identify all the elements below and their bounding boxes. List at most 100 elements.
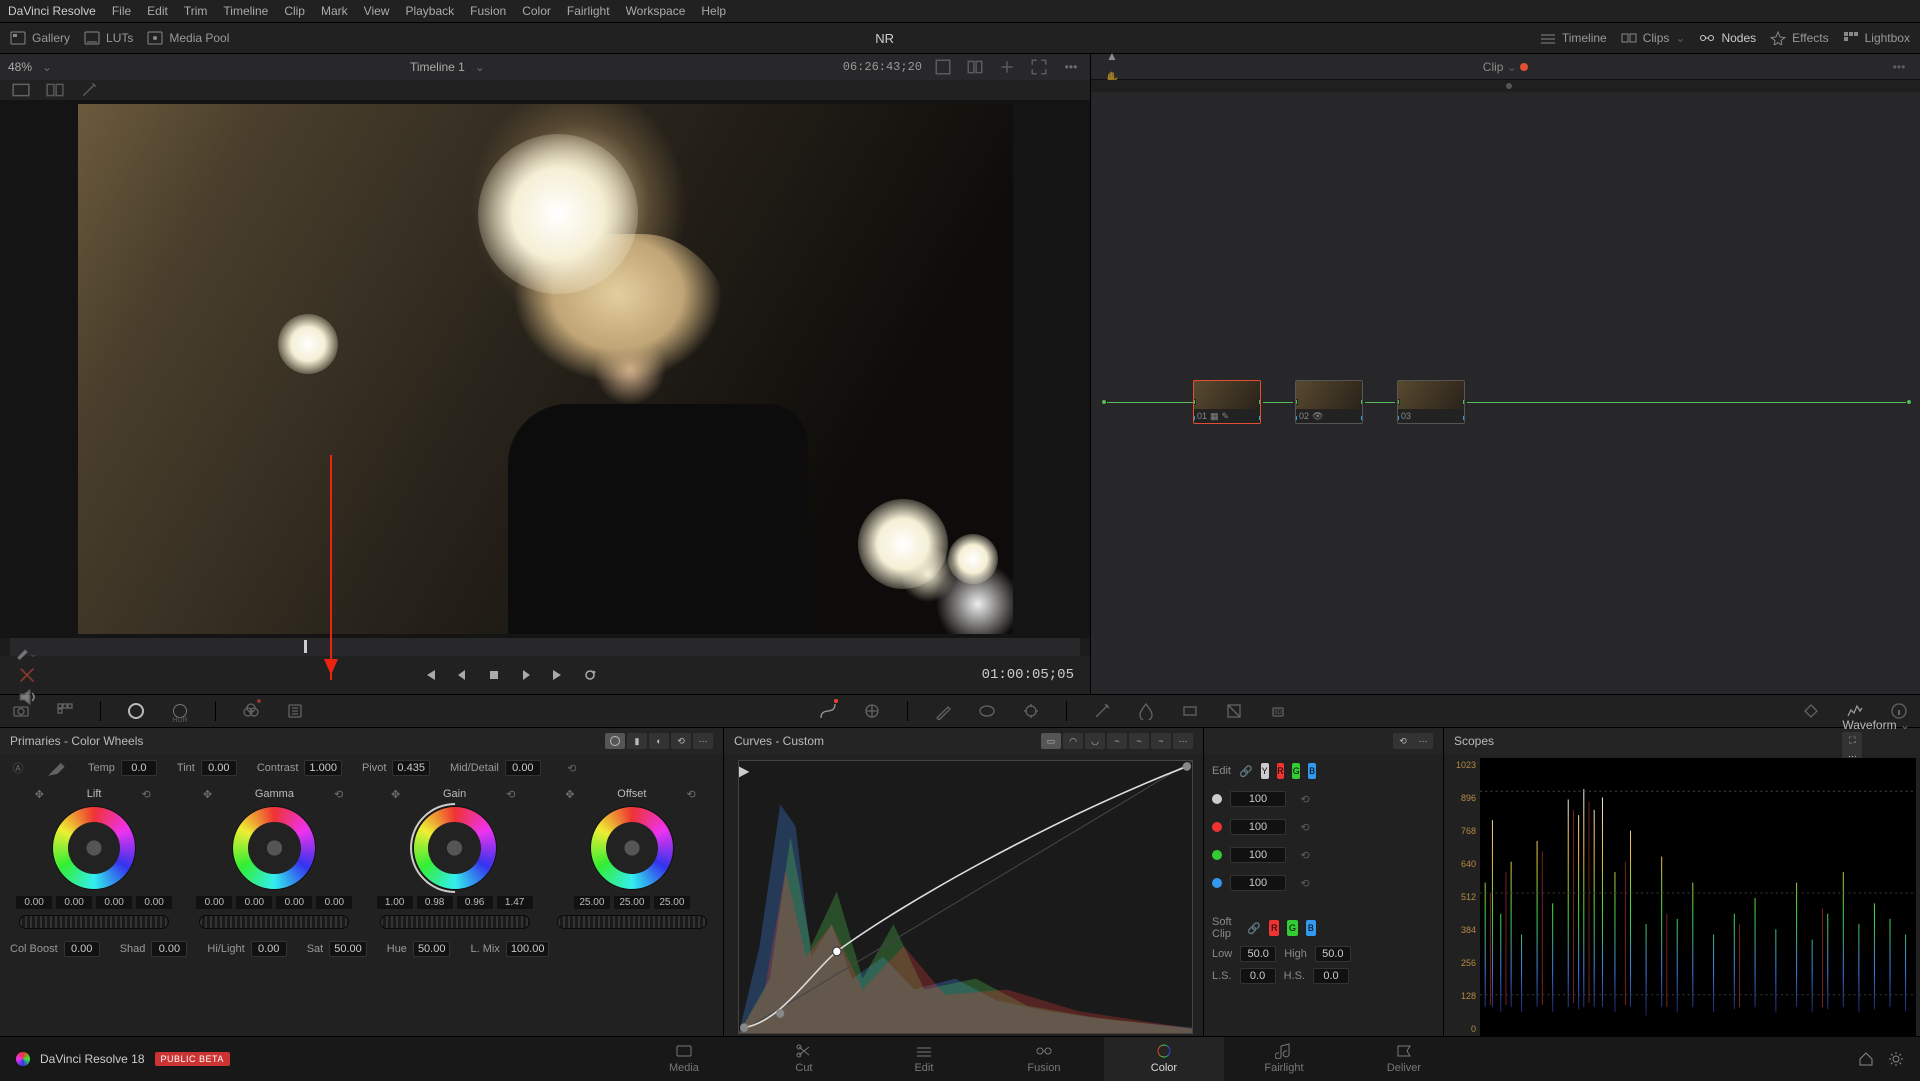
reset-curves-icon[interactable]: ⟲ (1393, 733, 1413, 749)
window-icon[interactable] (976, 700, 998, 722)
pointer-icon[interactable]: ▲ (1101, 45, 1123, 67)
node-graph[interactable]: 01▦✎ 02👁 03 (1091, 92, 1920, 694)
sat-field[interactable]: 50.00 (329, 941, 367, 957)
effects-toggle[interactable]: Effects (1770, 31, 1828, 45)
middetail-field[interactable]: 0.00 (505, 760, 541, 776)
key-icon[interactable] (1179, 700, 1201, 722)
curves-hvl-tab[interactable]: ~ (1107, 733, 1127, 749)
camera-raw-icon[interactable] (10, 700, 32, 722)
gallery-button[interactable]: Gallery (10, 31, 70, 45)
colboost-field[interactable]: 0.00 (64, 941, 100, 957)
reset-r-icon[interactable]: ⟲ (1294, 816, 1316, 838)
log-tab[interactable]: ◐ (649, 733, 669, 749)
softclip-low[interactable]: 50.0 (1240, 946, 1276, 962)
page-deliver[interactable]: Deliver (1344, 1037, 1464, 1081)
reset-row-icon[interactable]: ⟲ (561, 757, 583, 779)
loop-icon[interactable] (583, 668, 597, 682)
intensity-r[interactable]: 100 (1230, 819, 1286, 835)
qualifier-icon[interactable] (932, 700, 954, 722)
bars-tab[interactable]: ▮ (627, 733, 647, 749)
picker-icon[interactable]: ⌄ (16, 642, 38, 664)
pick-white-icon[interactable] (46, 757, 68, 779)
curves-editor[interactable] (724, 754, 1203, 1040)
edit-y-channel[interactable]: Y (1261, 763, 1269, 779)
softclip-b[interactable]: B (1306, 920, 1316, 936)
viewer-options-icon[interactable]: ••• (1060, 56, 1082, 78)
warper-icon[interactable] (861, 700, 883, 722)
gain-jog[interactable] (380, 915, 530, 929)
lightbox-toggle[interactable]: Lightbox (1843, 31, 1910, 45)
curves-svs-tab[interactable]: ~ (1151, 733, 1171, 749)
menu-edit[interactable]: Edit (147, 4, 168, 18)
clips-toggle[interactable]: Clips ⌄ (1621, 31, 1686, 45)
scope-expand-icon[interactable]: ⛶ (1842, 732, 1862, 748)
settings-icon[interactable] (1888, 1051, 1904, 1067)
page-cut[interactable]: Cut (744, 1037, 864, 1081)
curves-icon[interactable] (817, 700, 839, 722)
menu-clip[interactable]: Clip (284, 4, 305, 18)
3d-icon[interactable]: 3D (1267, 700, 1289, 722)
edit-g-channel[interactable]: G (1292, 763, 1300, 779)
color-wheels-icon[interactable] (125, 700, 147, 722)
menu-workspace[interactable]: Workspace (626, 4, 686, 18)
color-match-icon[interactable] (54, 700, 76, 722)
lmix-field[interactable]: 100.00 (506, 941, 550, 957)
menu-playback[interactable]: Playback (405, 4, 454, 18)
timeline-dropdown[interactable]: Timeline 1 (410, 60, 465, 74)
nodes-toggle[interactable]: Nodes (1699, 31, 1756, 45)
offset-wheel[interactable]: ✥Offset⟲ 25.0025.0025.00 (557, 788, 707, 929)
node-options-icon[interactable]: ••• (1888, 56, 1910, 78)
keyframes-icon[interactable] (1800, 700, 1822, 722)
motion-effects-icon[interactable] (284, 700, 306, 722)
first-frame-icon[interactable] (423, 668, 437, 682)
reset-g-icon[interactable]: ⟲ (1294, 844, 1316, 866)
temp-field[interactable]: 0.0 (121, 760, 157, 776)
tint-field[interactable]: 0.00 (201, 760, 237, 776)
viewer[interactable] (0, 100, 1090, 638)
menu-trim[interactable]: Trim (184, 4, 208, 18)
menu-help[interactable]: Help (701, 4, 726, 18)
menu-timeline[interactable]: Timeline (223, 4, 268, 18)
intensity-y[interactable]: 100 (1230, 791, 1286, 807)
node-mode-dropdown[interactable]: Clip (1483, 60, 1504, 74)
rgb-mixer-icon[interactable] (240, 700, 262, 722)
curves-lvs-tab[interactable]: ~ (1129, 733, 1149, 749)
softclip-link-icon[interactable]: 🔗 (1247, 917, 1261, 939)
intensity-b[interactable]: 100 (1230, 875, 1286, 891)
tracker-icon[interactable] (1020, 700, 1042, 722)
zoom-dropdown[interactable]: 48% (8, 60, 32, 74)
curves-options-icon[interactable]: ⋯ (1173, 733, 1193, 749)
menu-mark[interactable]: Mark (321, 4, 348, 18)
menu-fairlight[interactable]: Fairlight (567, 4, 610, 18)
wand-icon[interactable] (78, 79, 100, 101)
page-fusion[interactable]: Fusion (984, 1037, 1104, 1081)
blur-icon[interactable] (1135, 700, 1157, 722)
page-media[interactable]: Media (624, 1037, 744, 1081)
record-timecode[interactable]: 01:00:05;05 (982, 667, 1074, 683)
intensity-g[interactable]: 100 (1230, 847, 1286, 863)
auto-balance-icon[interactable]: Ⓐ (10, 757, 26, 779)
page-fairlight[interactable]: Fairlight (1224, 1037, 1344, 1081)
gamma-wheel[interactable]: ✥Gamma⟲ 0.000.000.000.00 (196, 788, 352, 929)
mediapool-button[interactable]: Media Pool (147, 31, 229, 45)
shad-field[interactable]: 0.00 (151, 941, 187, 957)
gamma-jog[interactable] (199, 915, 349, 929)
hue-field[interactable]: 50.00 (413, 941, 451, 957)
hdr-wheels-icon[interactable]: HDR (169, 700, 191, 722)
menu-fusion[interactable]: Fusion (470, 4, 506, 18)
curves-hvs-tab[interactable]: ◡ (1085, 733, 1105, 749)
play-icon[interactable] (519, 668, 533, 682)
page-color[interactable]: Color (1104, 1037, 1224, 1081)
timeline-toggle[interactable]: Timeline (1540, 31, 1607, 45)
softclip-hs[interactable]: 0.0 (1313, 968, 1349, 984)
home-icon[interactable] (1858, 1051, 1874, 1067)
edit-r-channel[interactable]: R (1277, 763, 1285, 779)
menu-color[interactable]: Color (522, 4, 551, 18)
pivot-field[interactable]: 0.435 (392, 760, 430, 776)
contrast-field[interactable]: 1.000 (304, 760, 342, 776)
curves-more-icon[interactable]: ⋯ (1413, 733, 1433, 749)
primaries-options-icon[interactable]: ⋯ (693, 733, 713, 749)
prev-frame-icon[interactable] (455, 668, 469, 682)
reset-primaries-icon[interactable]: ⟲ (671, 733, 691, 749)
scrubber[interactable] (10, 638, 1080, 656)
